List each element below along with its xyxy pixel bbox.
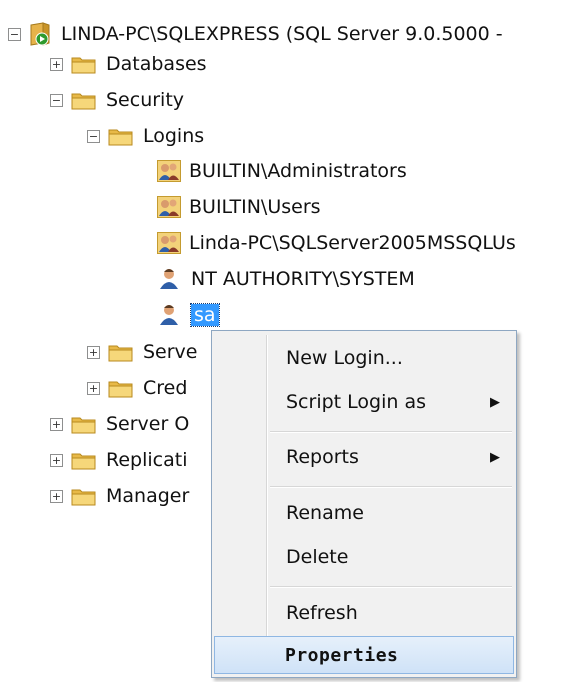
tree-node-server[interactable]: − LINDA-PC\SQLEXPRESS (SQL Server 9.0.50… (8, 18, 503, 50)
folder-icon (71, 486, 97, 506)
expand-toggle[interactable]: + (87, 345, 100, 359)
tree-node-login[interactable]: NT AUTHORITY\SYSTEM (159, 263, 415, 295)
menu-separator (270, 586, 512, 588)
tree-node-security[interactable]: − Security (50, 84, 184, 116)
tree-node-login[interactable]: BUILTIN\Administrators (157, 155, 407, 187)
databases-label[interactable]: Databases (106, 53, 207, 75)
login-label[interactable]: NT AUTHORITY\SYSTEM (191, 268, 415, 290)
expand-toggle[interactable]: + (50, 453, 63, 467)
menu-item-script-login-as[interactable]: Script Login as ▶ (215, 383, 513, 421)
menu-item-rename[interactable]: Rename (215, 494, 513, 532)
menu-item-label: Script Login as (286, 391, 426, 413)
collapse-toggle[interactable]: − (8, 27, 21, 41)
menu-item-refresh[interactable]: Refresh (215, 594, 513, 632)
user-login-icon (159, 304, 179, 326)
folder-icon (108, 378, 134, 398)
tree-node-login-selected[interactable]: sa (159, 299, 220, 331)
menu-item-label: Delete (286, 546, 349, 568)
menu-item-label: Rename (286, 502, 364, 524)
user-login-icon (159, 268, 179, 290)
selected-login-label[interactable]: sa (190, 303, 220, 327)
menu-item-properties[interactable]: Properties (214, 636, 514, 674)
collapse-toggle[interactable]: − (50, 93, 63, 107)
server-icon (29, 22, 51, 46)
tree-node-server-objects[interactable]: + Server O (50, 408, 189, 440)
group-login-icon (157, 160, 181, 182)
folder-icon (71, 450, 97, 470)
tree-node-login[interactable]: Linda-PC\SQLServer2005MSSQLUs (157, 227, 516, 259)
menu-item-new-login[interactable]: New Login... (215, 339, 513, 377)
tree-node-databases[interactable]: + Databases (50, 48, 207, 80)
submenu-arrow-icon: ▶ (490, 449, 500, 465)
folder-icon (71, 414, 97, 434)
login-label[interactable]: BUILTIN\Users (189, 196, 321, 218)
security-label[interactable]: Security (106, 89, 184, 111)
menu-item-label: New Login... (286, 347, 403, 369)
tree-node-management[interactable]: + Manager (50, 480, 189, 512)
server-objects-label[interactable]: Server O (106, 413, 189, 435)
folder-icon (71, 90, 97, 110)
expand-toggle[interactable]: + (87, 381, 100, 395)
tree-node-logins[interactable]: − Logins (87, 120, 204, 152)
replication-label[interactable]: Replicati (106, 449, 187, 471)
collapse-toggle[interactable]: − (87, 129, 100, 143)
server-label[interactable]: LINDA-PC\SQLEXPRESS (SQL Server 9.0.5000… (61, 23, 503, 45)
group-login-icon (157, 232, 181, 254)
expand-toggle[interactable]: + (50, 489, 63, 503)
group-login-icon (157, 196, 181, 218)
tree-node-login[interactable]: BUILTIN\Users (157, 191, 321, 223)
folder-icon (71, 54, 97, 74)
tree-node-replication[interactable]: + Replicati (50, 444, 187, 476)
menu-item-label: Refresh (286, 602, 358, 624)
menu-item-delete[interactable]: Delete (215, 538, 513, 576)
menu-separator (270, 486, 512, 488)
menu-item-reports[interactable]: Reports ▶ (215, 438, 513, 476)
menu-item-label: Properties (285, 644, 399, 666)
folder-icon (108, 342, 134, 362)
expand-toggle[interactable]: + (50, 417, 63, 431)
context-menu: New Login... Script Login as ▶ Reports ▶… (211, 330, 517, 678)
login-label[interactable]: Linda-PC\SQLServer2005MSSQLUs (189, 232, 516, 254)
server-roles-label[interactable]: Serve (143, 341, 198, 363)
expand-toggle[interactable]: + (50, 57, 63, 71)
submenu-arrow-icon: ▶ (490, 394, 500, 410)
folder-icon (108, 126, 134, 146)
menu-separator (270, 431, 512, 433)
credentials-label[interactable]: Cred (143, 377, 187, 399)
menu-item-label: Reports (286, 446, 359, 468)
logins-label[interactable]: Logins (143, 125, 204, 147)
tree-node-credentials[interactable]: + Cred (87, 372, 187, 404)
management-label[interactable]: Manager (106, 485, 189, 507)
login-label[interactable]: BUILTIN\Administrators (189, 160, 407, 182)
tree-node-server-roles[interactable]: + Serve (87, 336, 198, 368)
